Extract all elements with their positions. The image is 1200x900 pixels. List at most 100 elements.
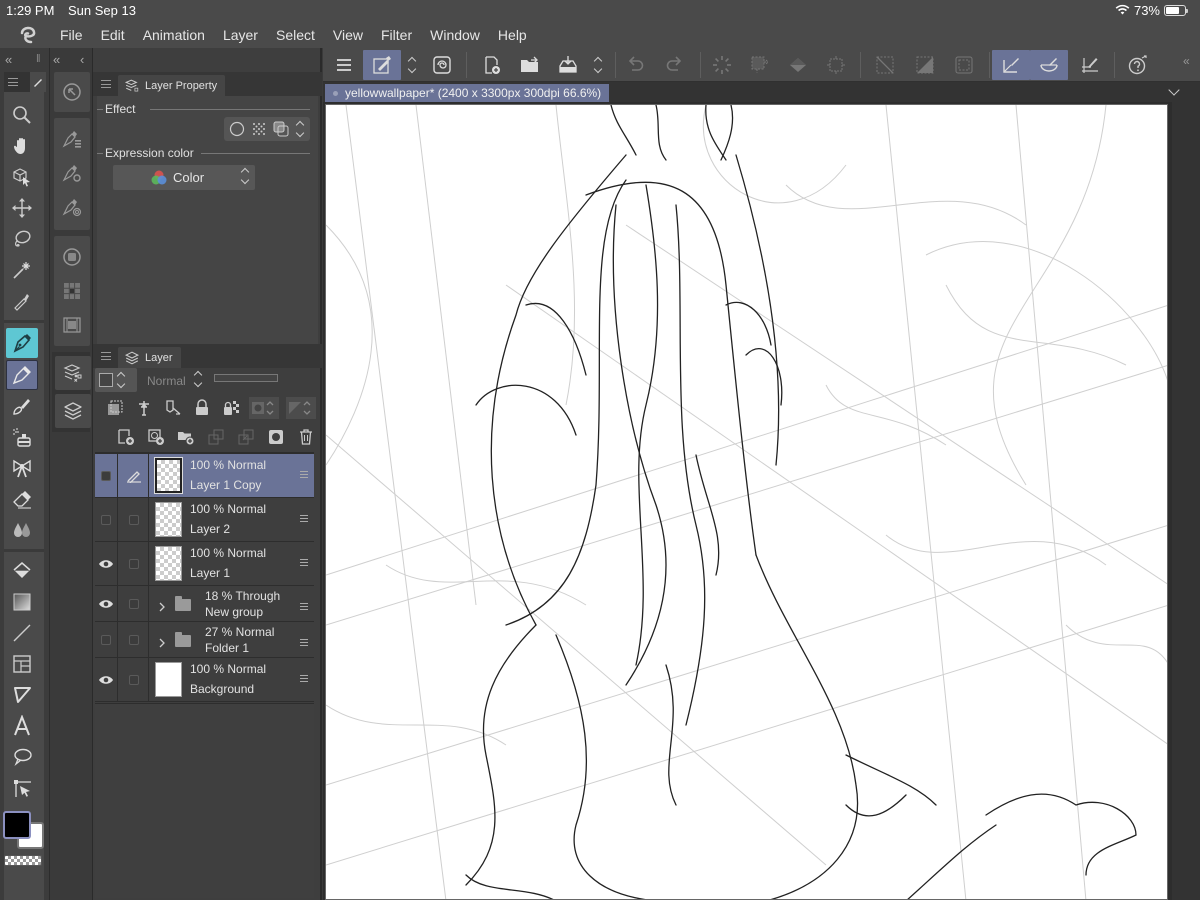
delete-layer-icon[interactable]	[295, 426, 317, 448]
layer-row[interactable]: 100 % Normal Layer 1 Copy	[95, 454, 314, 498]
blend-mode-stepper[interactable]	[193, 370, 203, 388]
layer-color-selector[interactable]	[95, 368, 137, 392]
open-folder-icon[interactable]	[511, 50, 549, 80]
new-raster-layer-icon[interactable]	[115, 426, 137, 448]
transform-icon[interactable]	[817, 50, 855, 80]
tab-layer-property[interactable]: Layer Property	[118, 75, 226, 96]
layer-lock-toggle[interactable]	[119, 586, 149, 621]
layer-drag-handle-icon[interactable]	[300, 559, 308, 566]
layer-property-icon[interactable]	[57, 358, 89, 388]
menu-select[interactable]: Select	[267, 22, 324, 48]
pencil-tool-icon[interactable]	[6, 360, 38, 390]
object-tool-icon[interactable]	[6, 162, 38, 192]
effect-stepper[interactable]	[295, 120, 305, 138]
pen-tool-icon[interactable]	[6, 328, 38, 358]
expression-color-stepper[interactable]	[240, 167, 250, 185]
menu-view[interactable]: View	[324, 22, 372, 48]
opacity-slider[interactable]	[214, 374, 278, 382]
layer-lock-toggle[interactable]	[119, 658, 149, 701]
drag-handle-icon[interactable]: ‖	[36, 48, 41, 70]
layer-lock-toggle[interactable]	[119, 542, 149, 585]
undo-icon[interactable]	[617, 50, 655, 80]
navigator-icon[interactable]	[56, 77, 88, 107]
new-vector-layer-icon[interactable]	[145, 426, 167, 448]
folder-expand-chevron-icon[interactable]	[157, 636, 167, 650]
layer-panel-menu-icon[interactable]	[101, 352, 111, 360]
tone-effect-icon[interactable]	[251, 121, 267, 137]
menu-help[interactable]: Help	[489, 22, 536, 48]
reference-layer-icon[interactable]	[133, 397, 155, 419]
expand-panels-icon[interactable]: «	[1183, 54, 1190, 68]
layer-row[interactable]: 100 % Normal Layer 2	[95, 498, 314, 542]
menu-edit[interactable]: Edit	[92, 22, 134, 48]
layer-row[interactable]: 27 % Normal Folder 1	[95, 622, 314, 658]
redo-icon[interactable]	[655, 50, 693, 80]
lasso-tool-icon[interactable]	[6, 224, 38, 254]
menu-file[interactable]: File	[56, 22, 92, 48]
document-tab[interactable]: yellowwallpaper* (2400 x 3300px 300dpi 6…	[325, 84, 610, 102]
merge-down-icon[interactable]	[235, 426, 257, 448]
save-icon[interactable]	[549, 50, 587, 80]
brush-size-icon[interactable]	[56, 192, 88, 222]
quick-access-icon[interactable]	[363, 50, 401, 80]
color-set-icon[interactable]	[56, 276, 88, 306]
mask-enable-icon[interactable]	[249, 397, 279, 419]
eraser-tool-icon[interactable]	[6, 484, 38, 514]
drawing-canvas[interactable]	[325, 104, 1168, 900]
deselect-icon[interactable]	[866, 50, 904, 80]
layer-color-effect-icon[interactable]	[273, 121, 289, 137]
invert-selection-icon[interactable]	[906, 50, 944, 80]
fill-selection-icon[interactable]	[779, 50, 817, 80]
lock-layer-icon[interactable]	[191, 397, 213, 419]
layer-row[interactable]: 100 % Normal Layer 1	[95, 542, 314, 586]
layer-visibility-toggle[interactable]	[95, 498, 118, 541]
layer-visibility-toggle[interactable]	[95, 454, 118, 497]
layer-drag-handle-icon[interactable]	[300, 603, 308, 610]
balloon-tool-icon[interactable]	[6, 742, 38, 772]
folder-expand-chevron-icon[interactable]	[157, 600, 167, 614]
layer-lock-toggle[interactable]	[119, 498, 149, 541]
collapse-sub-icon[interactable]: «	[53, 48, 60, 70]
timeline-icon[interactable]	[56, 310, 88, 340]
quick-access-stepper[interactable]	[401, 50, 423, 80]
layer-row[interactable]: 100 % Normal Background	[95, 658, 314, 702]
expression-color-select[interactable]: Color	[113, 165, 255, 190]
save-stepper[interactable]	[587, 50, 609, 80]
layer-drag-handle-icon[interactable]	[300, 639, 308, 646]
layer-visibility-toggle[interactable]	[95, 622, 118, 657]
layer-lock-toggle[interactable]	[119, 622, 149, 657]
airbrush-tool-icon[interactable]	[6, 422, 38, 452]
draft-layer-icon[interactable]	[162, 397, 184, 419]
collapse-panel-icon[interactable]: ‹	[80, 48, 84, 70]
move-tool-icon[interactable]	[6, 193, 38, 223]
create-layer-mask-icon[interactable]	[265, 426, 287, 448]
correct-line-tool-icon[interactable]	[6, 773, 38, 803]
selection-border-icon[interactable]	[945, 50, 983, 80]
zoom-tool-icon[interactable]	[6, 100, 38, 130]
clip-to-layer-below-icon[interactable]	[104, 397, 126, 419]
layer-lock-toggle[interactable]	[119, 454, 149, 497]
border-effect-icon[interactable]	[229, 121, 245, 137]
hand-tool-icon[interactable]	[6, 131, 38, 161]
brush-tool-icon[interactable]	[6, 391, 38, 421]
layer-visibility-toggle[interactable]	[95, 658, 118, 701]
layer-color-stepper[interactable]	[116, 371, 126, 389]
help-icon[interactable]	[1119, 50, 1157, 80]
menu-animation[interactable]: Animation	[134, 22, 214, 48]
layer-property-menu-icon[interactable]	[101, 80, 111, 88]
blend-mode-select[interactable]: Normal	[147, 374, 186, 388]
tab-layer[interactable]: Layer	[118, 347, 181, 368]
layer-drag-handle-icon[interactable]	[300, 471, 308, 478]
menu-icon[interactable]	[325, 50, 363, 80]
tab-list-chevron-icon[interactable]	[1168, 84, 1180, 96]
layer-stack-icon[interactable]	[57, 396, 89, 426]
text-tool-icon[interactable]	[6, 711, 38, 741]
magic-wand-tool-icon[interactable]	[6, 255, 38, 285]
transparent-color-swatch[interactable]	[4, 855, 42, 866]
color-wheel-icon[interactable]	[56, 242, 88, 272]
layer-visibility-toggle[interactable]	[95, 586, 118, 621]
fill-tool-icon[interactable]	[6, 556, 38, 586]
menu-filter[interactable]: Filter	[372, 22, 421, 48]
eyedropper-tool-icon[interactable]	[6, 286, 38, 316]
snap-to-ruler-icon[interactable]	[992, 50, 1030, 80]
